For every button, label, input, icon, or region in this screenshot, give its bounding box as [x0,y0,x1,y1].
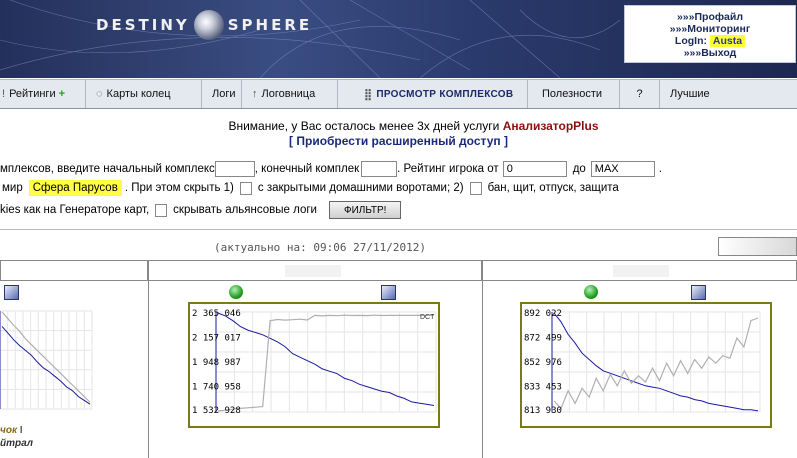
grid-icon: ⣿ [364,88,373,101]
y-tick-label: 872 499 [524,334,562,344]
column-header-2-name [285,265,341,277]
logo-text-left: DESTINY [96,16,190,34]
cookies-label: kies как на Генераторе карт, [0,204,150,216]
profile-link[interactable]: »»»Профайл [625,11,795,23]
nav-logs[interactable]: Логи [202,80,242,108]
help-icon: ? [636,88,643,100]
ratings-icon: ! [2,88,6,100]
nav-log-hub[interactable]: ↑ Логовница [242,80,338,108]
ring-icon: ◌ [96,88,103,100]
chart-3: 892 022 872 499 852 976 833 453 813 930 [524,309,761,416]
main-nav: ! Рейтинги + ◌ Карты колец Логи ↑ Логовн… [0,79,797,109]
hide-alliance-logs-label: скрывать альянсовые логи [173,204,317,216]
filter-button[interactable]: ФИЛЬТР! [328,201,402,219]
online-status-icon [229,285,243,299]
nav-utilities[interactable]: Полезности [528,80,620,108]
nav-log-hub-label: Логовница [261,88,316,100]
y-tick-label: 1 532 928 [192,406,241,416]
nav-ratings[interactable]: ! Рейтинги + [0,80,86,108]
sphere-logo-icon [193,10,224,40]
y-tick-label: 1 740 958 [192,382,241,392]
end-complex-label: , конечный комплек [254,163,360,175]
chart-1 [0,310,93,410]
online-status-icon [584,285,598,299]
filter-row-2: мир Сфера Парусов . При этом скрыть 1) с… [0,179,619,197]
notice-product: АнализаторPlus [502,119,599,133]
column-header-3 [482,260,797,281]
chart-box-3: 892 022 872 499 852 976 833 453 813 930 [520,302,772,428]
logo-text-right: SPHERE [227,16,313,34]
site-logo[interactable]: DESTINY SPHERE [96,10,313,40]
monitoring-link[interactable]: »»»Мониторинг [625,23,795,35]
filter-row-1: мплексов, введите начальный комплекс , к… [0,160,662,178]
nav-best[interactable]: Лучшие [660,80,797,108]
y-tick-label: 813 930 [524,406,562,416]
logout-link[interactable]: »»»Выход [625,47,795,59]
login-label: LogIn: [674,35,707,47]
column-header-2 [148,260,482,281]
nav-utilities-label: Полезности [542,88,602,100]
world-label: мир [2,182,23,194]
planet-view-icon[interactable] [381,285,396,300]
nav-ring-maps[interactable]: ◌ Карты колец [86,80,202,108]
side-search-input[interactable] [718,237,797,256]
nav-ratings-plus: + [58,88,66,100]
buy-extended-access-link[interactable]: [ Приобрести расширенный доступ ] [0,134,797,148]
header-banner: DESTINY SPHERE »»»Профайл »»»Мониторинг … [0,0,797,78]
column-1-caption-line-2: йтрал [0,438,34,449]
notice-text: Внимание, у Вас осталось менее 3х дней у… [228,119,500,133]
planet-view-icon[interactable] [4,285,19,300]
caption-status: чок [0,425,18,436]
notice-line: Внимание, у Вас осталось менее 3х дней у… [0,119,797,133]
column-header-1 [0,260,148,281]
closed-gates-label: с закрытыми домашними воротами; 2) [257,182,464,194]
legend-label: DCT [420,314,435,321]
column-divider [482,281,483,458]
planet-view-icon[interactable] [691,285,706,300]
hide-label: . При этом скрыть 1) [124,182,234,194]
ban-shield-label: бан, щит, отпуск, защита [487,182,619,194]
nav-logs-label: Логи [212,88,236,100]
end-complex-input[interactable] [361,161,398,177]
ban-shield-checkbox[interactable] [469,181,482,195]
chart-2: 2 365 046 2 157 017 1 948 987 1 740 958 1 53… [192,309,437,416]
rating-label: . Рейтинг игрока от [397,163,499,175]
rating-to-input[interactable]: MAX [590,161,655,177]
actuality-timestamp: (актуально на: 09:06 27/11/2012) [214,241,426,254]
nav-ratings-label: Рейтинги [9,88,56,100]
nav-best-label: Лучшие [670,88,710,100]
closed-gates-checkbox[interactable] [239,181,252,195]
login-username: Austa [709,35,746,47]
nav-ring-maps-label: Карты колец [106,88,171,100]
y-tick-label: 2 365 046 [192,309,241,319]
caption-marker: I [19,425,23,436]
y-tick-label: 2 157 017 [192,333,241,343]
world-select[interactable]: Сфера Парусов [28,180,122,196]
filter-row1-text: мплексов, введите начальный комплекс [0,163,215,175]
service-notice: Внимание, у Вас осталось менее 3х дней у… [0,119,797,148]
y-tick-label: 892 022 [524,309,562,319]
arrow-up-icon: ↑ [252,88,258,100]
nav-view-complexes-label: ПРОСМОТР КОМПЛЕКСОВ [376,88,514,100]
y-tick-label: 1 948 987 [192,358,241,368]
chart-box-2: 2 365 046 2 157 017 1 948 987 1 740 958 1 53… [188,302,440,428]
user-panel: »»»Профайл »»»Мониторинг LogIn: Austa »»… [624,5,796,63]
rating-to-label: до [572,163,586,175]
rating-dot: . [658,163,662,175]
hide-alliance-logs-checkbox[interactable] [155,203,168,217]
y-tick-label: 852 976 [524,358,562,368]
nav-view-complexes[interactable]: ⣿ ПРОСМОТР КОМПЛЕКСОВ [338,80,528,108]
chart-box-1 [0,301,98,425]
filter-row-3: kies как на Генераторе карт, скрывать ал… [0,201,402,219]
login-line[interactable]: LogIn: Austa [625,35,795,47]
start-complex-input[interactable] [214,161,255,177]
divider [0,229,797,230]
column-header-3-name [613,265,669,277]
nav-help[interactable]: ? [620,80,660,108]
column-1-caption-line-1: чок I [0,425,23,436]
rating-from-input[interactable]: 0 [502,161,567,177]
y-tick-label: 833 453 [524,383,562,393]
complex-grid: чок I йтрал 2 365 046 2 157 017 1 948 987 1… [0,260,797,458]
column-divider [148,281,149,458]
